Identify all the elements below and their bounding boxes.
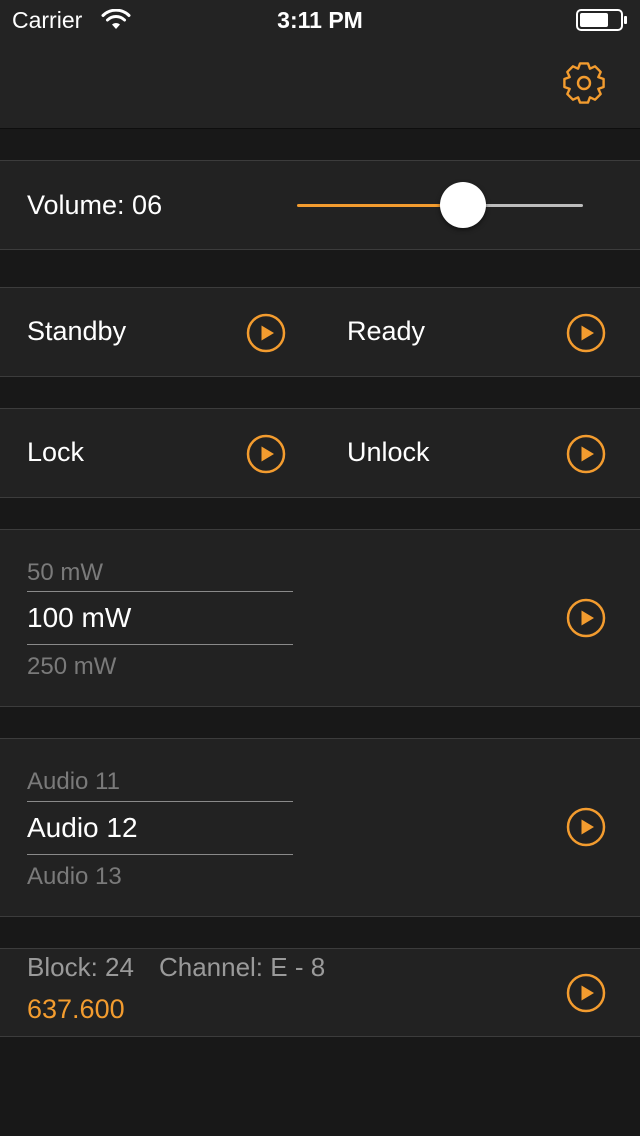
audio-option-selected: Audio 12 — [27, 812, 138, 843]
audio-play-icon[interactable] — [565, 806, 607, 848]
clock: 3:11 PM — [277, 7, 363, 33]
channel-label: Channel: E - 8 — [158, 952, 326, 982]
power-option-above: 50 mW — [27, 559, 104, 586]
audio-row: Audio 11 Audio 12 Audio 13 — [0, 738, 640, 917]
volume-slider-thumb[interactable] — [440, 182, 486, 228]
picker-divider — [27, 801, 293, 802]
standby-label: Standby — [27, 316, 127, 346]
power-picker[interactable]: 50 mW 100 mW 250 mW — [27, 530, 293, 706]
unlock-play-icon[interactable] — [565, 433, 607, 475]
power-play-icon[interactable] — [565, 597, 607, 639]
ready-play-icon[interactable] — [565, 312, 607, 354]
block-label: Block: 24 — [27, 952, 134, 982]
frequency-row: Block: 24 Channel: E - 8 637.600 — [0, 948, 640, 1037]
lock-unlock-row: Lock Unlock — [0, 408, 640, 498]
frequency-value: 637.600 — [27, 994, 125, 1024]
standby-ready-row: Standby Ready — [0, 287, 640, 377]
gear-icon[interactable] — [561, 60, 607, 106]
volume-label: Volume: 06 — [27, 190, 163, 220]
power-row: 50 mW 100 mW 250 mW — [0, 529, 640, 707]
navigation-bar — [0, 40, 640, 129]
status-bar: Carrier 3:11 PM — [0, 0, 640, 40]
audio-option-below: Audio 13 — [27, 863, 122, 890]
frequency-play-icon[interactable] — [565, 972, 607, 1014]
picker-divider — [27, 854, 293, 855]
volume-slider-fill — [297, 204, 463, 207]
picker-divider — [27, 644, 293, 645]
volume-row: Volume: 06 — [0, 160, 640, 250]
audio-option-above: Audio 11 — [27, 768, 120, 795]
unlock-label: Unlock — [347, 437, 430, 467]
ready-label: Ready — [347, 316, 426, 346]
battery-icon — [576, 9, 627, 31]
volume-slider[interactable] — [297, 161, 583, 249]
power-option-selected: 100 mW — [27, 602, 132, 633]
block-channel-info: Block: 24 Channel: E - 8 — [27, 952, 325, 983]
lock-label: Lock — [27, 437, 85, 467]
picker-divider — [27, 591, 293, 592]
power-option-below: 250 mW — [27, 653, 117, 680]
standby-play-icon[interactable] — [245, 312, 287, 354]
audio-picker[interactable]: Audio 11 Audio 12 Audio 13 — [27, 739, 293, 916]
lock-play-icon[interactable] — [245, 433, 287, 475]
